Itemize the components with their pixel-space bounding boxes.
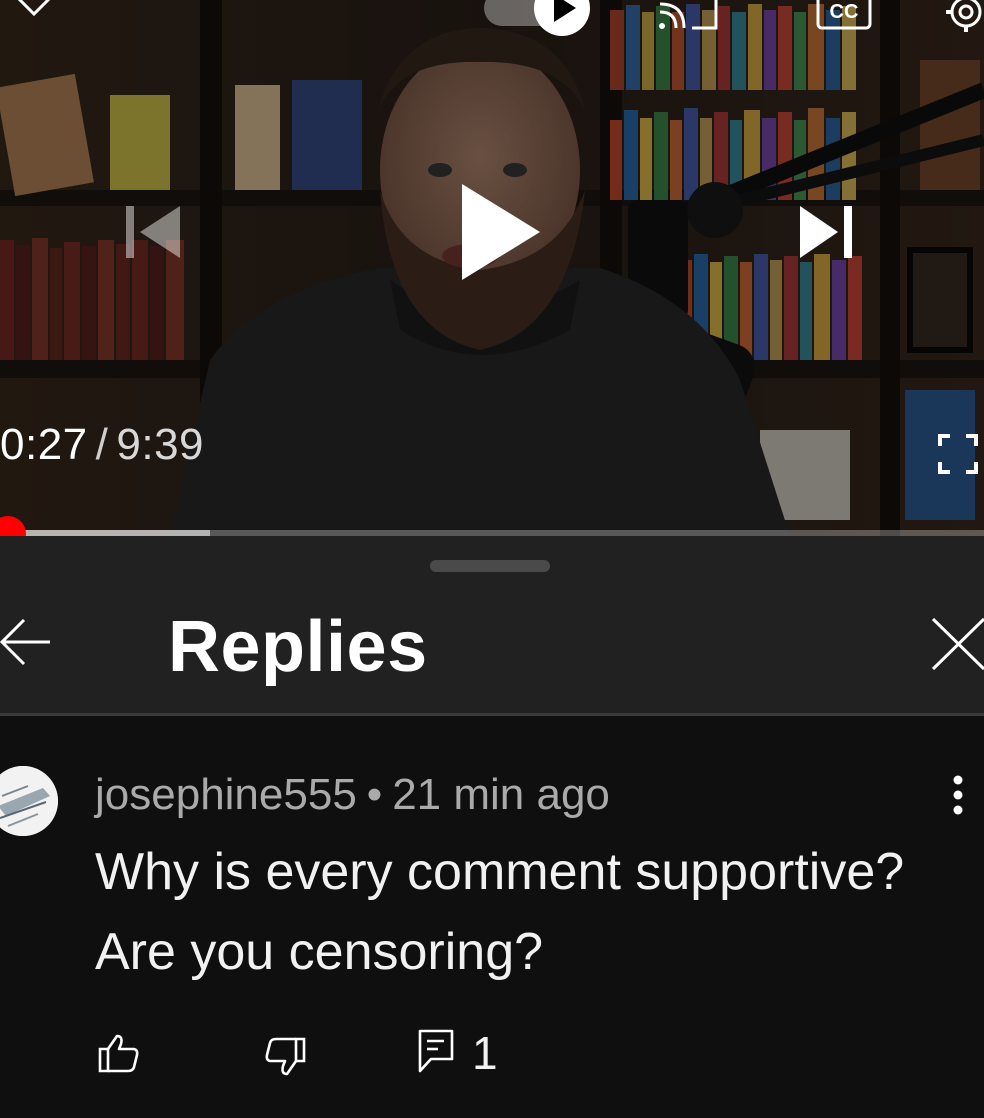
video-player[interactable]: CC 0:27 / 9:39 xyxy=(0,0,984,536)
gear-icon xyxy=(946,0,982,32)
replies-panel: Replies josephine555 • 21 min ago Why is… xyxy=(0,536,984,1118)
captions-label: CC xyxy=(830,1,859,23)
settings-button[interactable] xyxy=(938,0,984,36)
avatar-image xyxy=(0,766,58,836)
thumbs-down-icon xyxy=(265,1037,306,1076)
back-button[interactable] xyxy=(0,612,54,672)
closed-captions-icon: CC xyxy=(816,0,872,30)
close-icon xyxy=(931,617,984,671)
comment-more-button[interactable] xyxy=(940,768,976,822)
skip-previous-icon xyxy=(126,206,180,258)
next-video-button[interactable] xyxy=(794,200,860,266)
current-time: 0:27 xyxy=(0,420,88,469)
avatar[interactable] xyxy=(0,766,58,836)
meta-separator: • xyxy=(366,770,383,819)
comment-text: Why is every comment supportive? Are you… xyxy=(95,843,905,981)
collapse-player-button[interactable] xyxy=(12,0,56,20)
chevron-down-icon xyxy=(17,0,51,17)
panel-title: Replies xyxy=(168,607,428,687)
thumbs-up-icon xyxy=(98,1034,139,1073)
time-display: 0:27/9:39 xyxy=(0,420,204,470)
panel-drag-handle[interactable] xyxy=(430,560,550,572)
cast-button[interactable] xyxy=(656,0,720,34)
autoplay-toggle[interactable] xyxy=(484,0,594,36)
fullscreen-button[interactable] xyxy=(936,432,980,476)
captions-button[interactable]: CC xyxy=(816,0,872,32)
reply-comment: josephine555 • 21 min ago Why is every com… xyxy=(0,716,984,1118)
youtube-watch-page: CC 0:27 / 9:39 Replies josephine555 • 21… xyxy=(0,0,984,1118)
time-separator: / xyxy=(95,420,109,469)
fullscreen-icon xyxy=(938,434,978,474)
comment-author[interactable]: josephine555 xyxy=(95,770,357,819)
dislike-button[interactable] xyxy=(262,1034,308,1080)
close-panel-button[interactable] xyxy=(930,616,984,672)
skip-next-icon xyxy=(800,206,852,258)
comment-age: 21 min ago xyxy=(392,770,610,819)
autoplay-toggle-icon xyxy=(484,0,590,36)
comment-meta: josephine555 • 21 min ago xyxy=(95,770,610,820)
reply-button[interactable] xyxy=(416,1026,456,1076)
cast-icon xyxy=(659,0,718,30)
play-button[interactable] xyxy=(452,178,552,288)
arrow-left-icon xyxy=(0,618,50,666)
video-duration: 9:39 xyxy=(116,420,205,469)
reply-count[interactable]: 1 xyxy=(472,1026,498,1080)
previous-video-button[interactable] xyxy=(118,200,188,266)
more-vertical-icon xyxy=(953,775,963,815)
replies-header: Replies xyxy=(0,536,984,716)
play-icon xyxy=(462,184,540,280)
reply-comment-icon xyxy=(418,1029,454,1073)
like-button[interactable] xyxy=(96,1030,142,1076)
